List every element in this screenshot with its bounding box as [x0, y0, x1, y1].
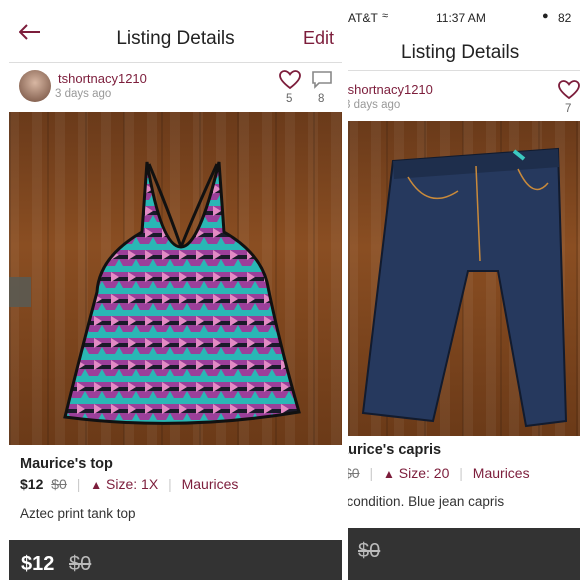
listing-original-price: $0	[51, 476, 67, 492]
bottom-price-bar: $12 $0	[9, 540, 342, 580]
like-count: 7	[565, 103, 572, 115]
listing-photo[interactable]	[9, 112, 342, 445]
brand-link[interactable]: Maurices	[182, 476, 239, 492]
alarm-icon: ●	[542, 10, 549, 22]
listing-description: Excellent condition. Blue jean capris	[348, 494, 505, 509]
listing-title: Maurice's top	[20, 456, 113, 472]
wifi-icon: ≈	[382, 10, 389, 22]
posted-time: 3 days ago	[55, 88, 112, 100]
clock-time: 11:37 AM	[436, 11, 486, 25]
listing-price: $12	[20, 476, 44, 492]
hanger-icon: ▲	[383, 467, 395, 481]
bar-original-price: $0	[69, 553, 92, 575]
listing-meta: $12 $0 | ▲ Size: 1X | Maurices	[20, 476, 238, 492]
status-bar: AT&T ≈ 11:37 AM ● 82	[348, 0, 580, 30]
page-title: Listing Details	[116, 28, 235, 49]
listing-meta: $0 | ▲ Size: 20 | Maurices	[348, 465, 530, 481]
like-count: 5	[286, 93, 293, 105]
page-title: Listing Details	[401, 42, 520, 63]
battery-label: 82	[558, 11, 572, 25]
listing-original-price: $0	[348, 465, 360, 481]
hanger-icon: ▲	[90, 478, 103, 492]
divider: |	[369, 465, 374, 481]
capris-image	[361, 147, 568, 428]
comment-icon[interactable]	[311, 70, 333, 95]
tank-top-image	[9, 161, 301, 425]
bar-price: $12	[21, 553, 55, 575]
avatar[interactable]	[19, 70, 51, 102]
listing-size: Size: 20	[398, 465, 450, 481]
username-link[interactable]: tshortnacy1210	[348, 82, 433, 97]
divider: |	[459, 465, 463, 481]
heart-icon[interactable]	[558, 80, 580, 105]
listing-size: Size: 1X	[106, 476, 159, 492]
comment-count: 8	[318, 93, 325, 105]
left-listing-screen: Listing Details Edit tshortnacy1210 3 da…	[9, 0, 342, 580]
heart-icon[interactable]	[279, 70, 301, 95]
bottom-price-bar: $0	[348, 528, 580, 580]
listing-photo[interactable]	[348, 121, 580, 436]
username-link[interactable]: tshortnacy1210	[58, 71, 147, 86]
edit-button[interactable]: Edit	[303, 28, 334, 49]
brand-link[interactable]: Maurices	[473, 465, 530, 481]
posted-time: 3 days ago	[348, 99, 401, 111]
listing-title: Maurice's capris	[348, 442, 442, 458]
listing-description: Aztec print tank top	[20, 506, 136, 521]
carrier-label: AT&T	[348, 11, 378, 25]
divider: |	[76, 476, 81, 492]
bar-original-price: $0	[358, 540, 381, 562]
header-divider	[348, 70, 580, 71]
divider: |	[168, 476, 172, 492]
header-bar: Listing Details Edit	[9, 0, 342, 63]
right-listing-screen: AT&T ≈ 11:37 AM ● 82 Listing Details tsh…	[348, 0, 580, 580]
